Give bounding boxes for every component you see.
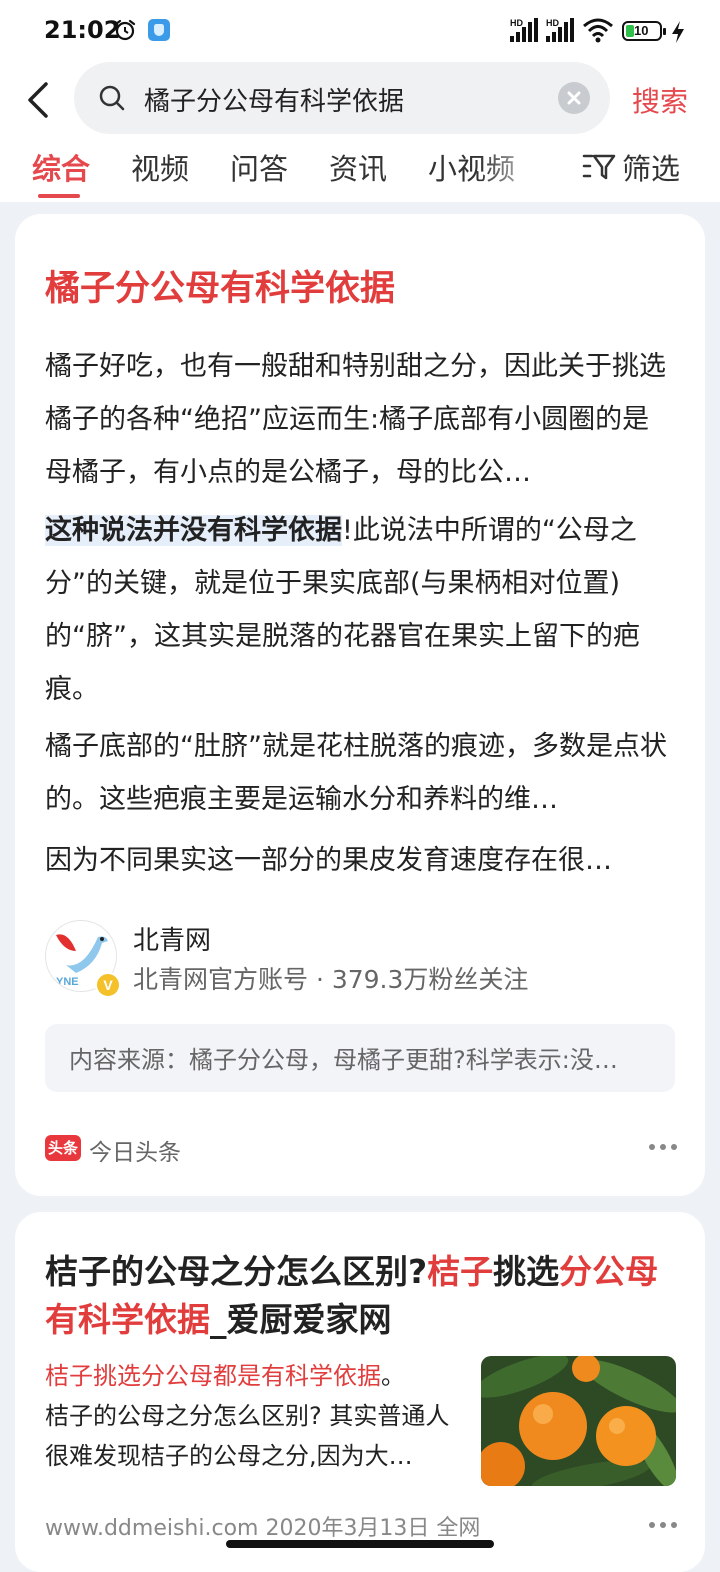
result-title[interactable]: 橘子分公母有科学依据 <box>45 260 395 311</box>
active-tab-indicator <box>38 194 80 198</box>
tabs-fade <box>480 146 550 196</box>
content-origin-link[interactable]: 内容来源：橘子分公母，母橘子更甜?科学表示:没… <box>45 1024 675 1092</box>
toutiao-icon: 头条 <box>45 1135 81 1161</box>
result-snippet: 桔子挑选分公母都是有科学依据。 桔子的公母之分怎么区别? 其实普通人很难发现桔子的… <box>45 1362 450 1470</box>
result-paragraph: 橘子底部的“肚脐”就是花柱脱落的痕迹，多数是点状的。这些疤痕主要是运输水分和养料… <box>45 731 667 815</box>
source-account[interactable]: YNE V 北青网 北青网官方账号 · 379.3万粉丝关注 <box>45 920 665 1000</box>
tab-comprehensive[interactable]: 综合 <box>32 146 90 188</box>
tangerine-photo <box>481 1356 676 1486</box>
tab-qa[interactable]: 问答 <box>230 146 288 188</box>
tab-video[interactable]: 视频 <box>131 146 189 188</box>
home-indicator[interactable] <box>226 1540 494 1548</box>
charging-icon <box>672 21 684 43</box>
clear-icon[interactable] <box>558 82 590 114</box>
result-thumbnail[interactable] <box>481 1356 676 1486</box>
alarm-clock-icon <box>114 19 136 41</box>
result-paragraph: 橘子好吃，也有一般甜和特别甜之分，因此关于挑选橘子的各种“绝招”应运而生:橘子底… <box>45 351 666 488</box>
highlighted-answer: 这种说法并没有科学依据 <box>45 515 342 546</box>
search-input[interactable]: 橘子分公母有科学依据 <box>74 62 610 134</box>
result-title[interactable]: 桔子的公母之分怎么区别?桔子挑选分公母有科学依据_爱厨爱家网 <box>45 1248 675 1344</box>
result-card[interactable]: 桔子的公母之分怎么区别?桔子挑选分公母有科学依据_爱厨爱家网 桔子挑选分公母都是… <box>15 1212 705 1572</box>
source-meta: 北青网官方账号 · 379.3万粉丝关注 <box>133 965 529 994</box>
wifi-icon <box>583 18 613 43</box>
result-paragraph: 因为不同果实这一部分的果皮发育速度存在很… <box>45 845 612 876</box>
result-tabs: 综合 视频 问答 资讯 小视频 筛选 <box>0 146 720 200</box>
filter-icon[interactable] <box>582 152 616 182</box>
result-card-featured[interactable]: 橘子分公母有科学依据 橘子好吃，也有一般甜和特别甜之分，因此关于挑选橘子的各种“… <box>15 214 705 1196</box>
provider-name: 今日头条 <box>89 1140 181 1166</box>
source-name: 北青网 <box>133 926 212 956</box>
origin-text: 内容来源：橘子分公母，母橘子更甜?科学表示:没… <box>69 1046 618 1074</box>
result-paragraph: 这种说法并没有科学依据!此说法中所谓的“公母之分”的关键，就是位于果实底部(与果… <box>45 515 640 705</box>
status-time: 21:02 <box>44 16 121 44</box>
svg-text:YNE: YNE <box>56 976 79 988</box>
notification-app-icon <box>148 19 170 41</box>
tab-news[interactable]: 资讯 <box>329 146 387 188</box>
search-query-text: 橘子分公母有科学依据 <box>144 87 405 117</box>
more-options-icon[interactable] <box>649 1144 679 1152</box>
more-options-icon[interactable] <box>649 1522 679 1530</box>
filter-button[interactable]: 筛选 <box>622 146 680 188</box>
back-button[interactable] <box>18 78 62 122</box>
search-icon <box>99 85 125 111</box>
result-meta: www.ddmeishi.com 2020年3月13日 全网 <box>45 1516 481 1541</box>
battery-icon: 10 <box>622 21 666 41</box>
search-header: 橘子分公母有科学依据 搜索 综合 视频 问答 资讯 小视频 筛选 <box>0 62 720 202</box>
verified-badge-icon: V <box>95 972 121 998</box>
search-button[interactable]: 搜索 <box>632 80 688 120</box>
status-bar: 21:02 HD HD 10 <box>0 0 720 62</box>
